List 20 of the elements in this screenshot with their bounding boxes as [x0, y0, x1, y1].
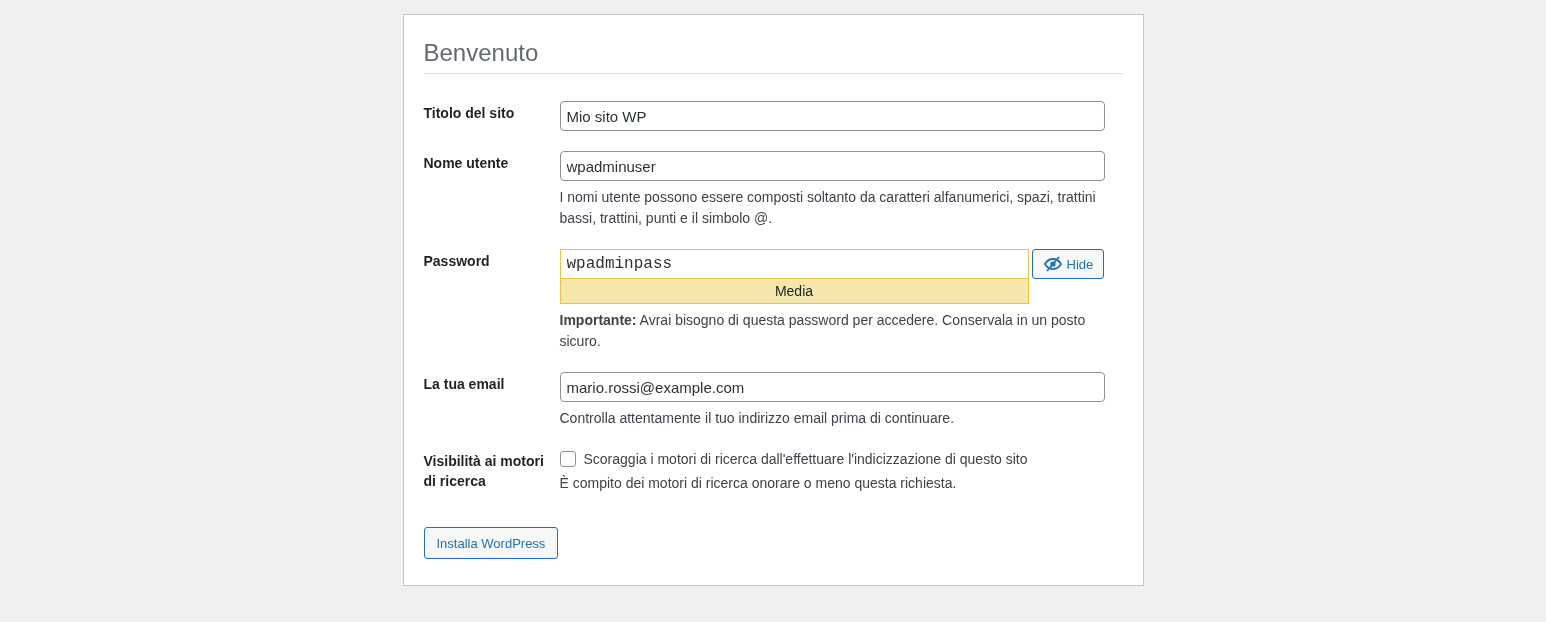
install-button[interactable]: Installa WordPress — [423, 527, 559, 559]
text-field[interactable]: mario.rossi@example.com — [559, 372, 1105, 402]
text-field[interactable]: Mio sito WP — [559, 101, 1105, 131]
field-label: Password — [423, 252, 491, 271]
field-description: Controlla attentamente il tuo indirizzo email prima di continuare. — [559, 409, 956, 428]
field-description: I nomi utente possono essere composti soltanto da caratteri alfanumerici, spazi, trattini bassi, trattini, punti e il simbolo @. — [559, 188, 1097, 228]
field-description: È compito dei motori di ricerca onorare o meno questa richiesta. — [559, 474, 958, 493]
strength-meter: Media — [559, 278, 1029, 304]
text-field[interactable]: wpadminuser — [559, 151, 1105, 181]
checkbox-label: Scoraggia i motori di ricerca dall'effettuare l'indicizzazione di questo sito — [583, 451, 1028, 467]
eye-slash-icon — [1042, 256, 1063, 272]
field-label: La tua email — [423, 375, 506, 394]
field-label: Titolo del sito — [423, 104, 516, 123]
field-description: Importante: Avrai bisogno di questa password per accedere. Conservala in un posto sicuro. — [559, 311, 1087, 351]
checkbox[interactable] — [559, 451, 576, 467]
password-field[interactable]: wpadminpass — [559, 249, 1029, 278]
form-heading: Benvenuto — [423, 35, 1123, 74]
hide-password-button[interactable]: Hide — [1031, 249, 1105, 279]
field-label: Nome utente — [423, 154, 510, 173]
field-label: Visibilità ai motori di ricerca — [423, 452, 545, 491]
